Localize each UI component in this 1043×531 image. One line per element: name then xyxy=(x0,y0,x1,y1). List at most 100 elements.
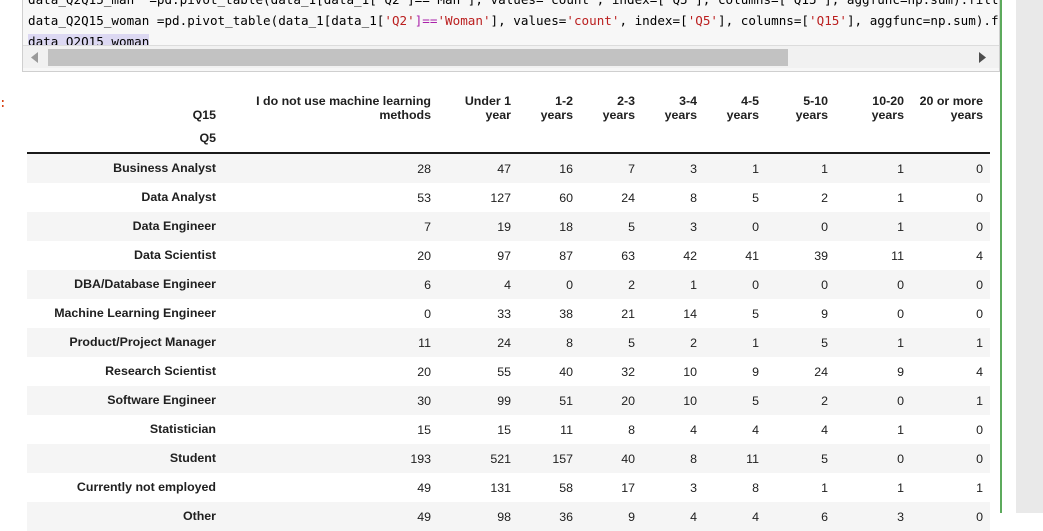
table-cell: 1 xyxy=(976,393,983,408)
code-cell-horizontal-scrollbar[interactable] xyxy=(23,45,999,68)
table-cell: 0 xyxy=(897,306,904,321)
table-cell: 10 xyxy=(683,364,697,379)
column-header-2: 1-2 years xyxy=(518,84,580,125)
table-cell: 5 xyxy=(821,451,828,466)
table-cell: 87 xyxy=(559,248,573,263)
pivot-table: Q15 I do not use machine learning method… xyxy=(27,84,990,531)
table-cell: 1 xyxy=(821,161,828,176)
code-token-woman: 'Woman' xyxy=(437,13,491,28)
table-row: Machine Learning Engineer 0 33 38 21 14 5 9 0 0 xyxy=(27,299,990,328)
table-cell: 20 xyxy=(417,364,431,379)
table-cell: 14 xyxy=(683,306,697,321)
table-cell: 6 xyxy=(821,509,828,524)
code-token-a: data_Q2Q15_woman =pd.pivot_table(data_1[… xyxy=(28,13,385,28)
code-token-q2: 'Q2' xyxy=(384,13,415,28)
scroll-right-arrow-icon[interactable] xyxy=(975,50,989,65)
table-cell: 8 xyxy=(566,335,573,350)
table-cell: 7 xyxy=(424,219,431,234)
cell-selected-indicator xyxy=(1000,0,1002,513)
code-token-eq: ]== xyxy=(414,13,438,28)
table-cell: 3 xyxy=(897,509,904,524)
table-cell: 32 xyxy=(621,364,635,379)
notebook-page: data_Q2Q15_man =pd.pivot_table(data_1[da… xyxy=(0,0,1043,531)
table-cell: 1 xyxy=(976,480,983,495)
table-cell: 1 xyxy=(821,480,828,495)
table-cell: 0 xyxy=(976,190,983,205)
column-header-8: 20 or more years xyxy=(911,84,990,125)
table-cell: 15 xyxy=(417,422,431,437)
table-cell: 8 xyxy=(690,190,697,205)
scroll-left-arrow-icon[interactable] xyxy=(28,50,42,65)
table-cell: 8 xyxy=(690,451,697,466)
table-cell: 5 xyxy=(752,190,759,205)
table-cell: 24 xyxy=(497,335,511,350)
row-index-label: Software Engineer xyxy=(107,393,216,407)
row-index-label: DBA/Database Engineer xyxy=(74,277,216,291)
table-cell: 0 xyxy=(976,277,983,292)
table-cell: 2 xyxy=(690,335,697,350)
table-cell: 99 xyxy=(497,393,511,408)
column-header-7: 10-20 years xyxy=(835,84,911,125)
table-cell: 36 xyxy=(559,509,573,524)
table-cell: 60 xyxy=(559,190,573,205)
table-cell: 20 xyxy=(621,393,635,408)
table-cell: 0 xyxy=(976,451,983,466)
index-spacer-6 xyxy=(766,125,835,154)
table-cell: 15 xyxy=(497,422,511,437)
table-cell: 0 xyxy=(976,306,983,321)
index-spacer-3 xyxy=(580,125,642,154)
table-cell: 1 xyxy=(976,335,983,350)
table-cell: 4 xyxy=(976,248,983,263)
table-cell: 42 xyxy=(683,248,697,263)
table-row: Research Scientist 20 55 40 32 10 9 24 9 4 xyxy=(27,357,990,386)
code-token-d: ], columns=[ xyxy=(718,13,810,28)
table-row: Currently not employed 49 131 58 17 3 8 1 1 1 xyxy=(27,473,990,502)
code-token-e: ], aggfunc=np.sum).fillna( xyxy=(846,13,999,28)
column-header-3: 2-3 years xyxy=(580,84,642,125)
table-cell: 8 xyxy=(628,422,635,437)
table-body: Business Analyst 28 47 16 7 3 1 1 1 0 Data Analyst… xyxy=(27,153,990,531)
table-cell: 33 xyxy=(497,306,511,321)
table-cell: 18 xyxy=(559,219,573,234)
table-cell: 1 xyxy=(897,190,904,205)
table-cell: 521 xyxy=(490,451,511,466)
table-cell: 10 xyxy=(683,393,697,408)
index-spacer-7 xyxy=(835,125,911,154)
table-cell: 21 xyxy=(621,306,635,321)
row-index-label: Data Engineer xyxy=(132,219,216,233)
table-cell: 9 xyxy=(628,509,635,524)
index-spacer-4 xyxy=(642,125,704,154)
row-index-label: Research Scientist xyxy=(105,364,216,378)
table-cell: 0 xyxy=(566,277,573,292)
row-index-label: Data Scientist xyxy=(134,248,216,262)
table-cell: 5 xyxy=(752,393,759,408)
table-cell: 97 xyxy=(497,248,511,263)
table-cell: 4 xyxy=(690,509,697,524)
table-cell: 5 xyxy=(628,219,635,234)
table-row: Other 49 98 36 9 4 4 6 3 0 xyxy=(27,502,990,531)
table-cell: 3 xyxy=(690,219,697,234)
table-cell: 9 xyxy=(752,364,759,379)
table-cell: 53 xyxy=(417,190,431,205)
table-cell: 11 xyxy=(418,335,431,350)
table-cell: 1 xyxy=(690,277,697,292)
table-cell: 17 xyxy=(621,480,635,495)
table-cell: 4 xyxy=(752,509,759,524)
row-index-label: Business Analyst xyxy=(113,161,216,175)
table-cell: 19 xyxy=(497,219,511,234)
table-cell: 0 xyxy=(752,277,759,292)
table-cell: 0 xyxy=(976,219,983,234)
table-cell: 2 xyxy=(628,277,635,292)
scrollbar-thumb[interactable] xyxy=(48,49,788,66)
code-token-count: 'count' xyxy=(566,13,620,28)
table-cell: 40 xyxy=(559,364,573,379)
index-spacer-0 xyxy=(223,125,438,154)
column-header-6: 5-10 years xyxy=(766,84,835,125)
table-cell: 0 xyxy=(897,277,904,292)
table-cell: 6 xyxy=(424,277,431,292)
table-cell: 193 xyxy=(410,451,431,466)
table-cell: 2 xyxy=(821,393,828,408)
code-token-q15: 'Q15' xyxy=(809,13,847,28)
table-cell: 9 xyxy=(897,364,904,379)
table-cell: 8 xyxy=(752,480,759,495)
